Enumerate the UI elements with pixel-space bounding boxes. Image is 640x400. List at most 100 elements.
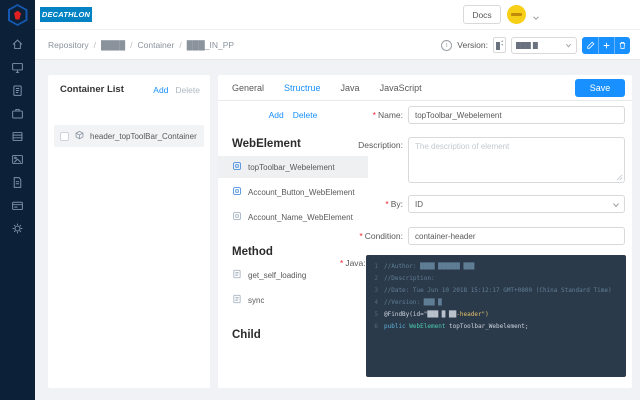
element-delete-button[interactable]: Delete	[293, 110, 318, 120]
breadcrumb-item[interactable]: Repository	[48, 40, 89, 50]
document-icon[interactable]	[11, 176, 24, 189]
method-icon	[232, 294, 242, 306]
by-row: * By: ID	[340, 195, 632, 213]
container-add-button[interactable]: Add	[153, 85, 168, 95]
required-marker: *	[359, 231, 363, 241]
tree-item-label: Account_Name_WebElement	[248, 212, 353, 222]
pencil-icon	[586, 41, 594, 49]
breadcrumb: Repository / ████ / Container / ███_IN_PP	[48, 30, 234, 60]
code-token: topToolbar_Webelement;	[449, 323, 529, 330]
breadcrumb-item[interactable]: Container	[137, 40, 174, 50]
tab-general[interactable]: General	[232, 83, 264, 93]
line-number: 3	[374, 287, 378, 294]
description-field[interactable]: The description of element	[408, 137, 625, 183]
breadcrumb-item[interactable]: ████	[101, 40, 125, 50]
required-marker: *	[385, 199, 389, 209]
info-icon[interactable]: i	[441, 39, 453, 51]
code-token: //Description:	[384, 275, 435, 282]
code-line: 5 @FindBy(id=" ███ █ ██ -header")	[366, 309, 626, 321]
version-controls: i Version: ▲ ▼ ███ █	[441, 30, 630, 60]
home-icon[interactable]	[11, 38, 24, 51]
add-version-button[interactable]	[598, 36, 614, 54]
brand-hexagon-logo[interactable]	[7, 4, 28, 26]
edit-version-button[interactable]	[582, 36, 598, 54]
tab-javascript[interactable]: JavaScript	[380, 83, 422, 93]
container-icon	[74, 130, 85, 143]
by-select[interactable]: ID	[408, 195, 625, 213]
clipboard-icon[interactable]	[11, 84, 24, 97]
name-field[interactable]: topToolbar_Webelement	[408, 106, 625, 124]
code-token: WebElement	[409, 323, 450, 330]
by-label: * By:	[385, 199, 403, 209]
tree-item-label: get_self_loading	[248, 270, 307, 280]
container-item-label: header_topToolBar_Container	[90, 131, 197, 141]
code-token: ███ █ ██	[427, 311, 457, 318]
version-action-group	[582, 36, 630, 54]
user-avatar[interactable]	[507, 5, 526, 24]
sidebar-nav	[0, 38, 35, 235]
container-delete-button[interactable]: Delete	[175, 85, 200, 95]
breadcrumb-separator: /	[130, 40, 133, 50]
required-marker: *	[340, 258, 344, 268]
monitor-icon[interactable]	[11, 61, 24, 74]
line-number: 1	[374, 263, 378, 270]
version-number-stepper[interactable]: ▲ ▼	[493, 37, 506, 53]
code-line: 1 //Author: ████ ██████ ███	[366, 261, 626, 273]
condition-field[interactable]: container-header	[408, 227, 625, 245]
description-label: Description:	[358, 140, 403, 150]
code-token: //Version: ███ █	[384, 299, 442, 306]
element-icon	[232, 186, 242, 198]
code-token: -header")	[456, 311, 489, 318]
version-label: Version:	[457, 40, 488, 50]
app-window: DECATHLON Docs Repository / ████ / Container…	[0, 0, 640, 400]
required-marker: *	[372, 110, 376, 120]
java-label: * Java:	[340, 258, 366, 268]
tab-structrue[interactable]: Structrue	[284, 83, 321, 93]
code-line: 3 //Date: Tue Jun 10 2018 15:12:17 GMT+08…	[366, 285, 626, 297]
gear-icon[interactable]	[11, 222, 24, 235]
checkbox[interactable]	[60, 131, 69, 141]
plus-icon	[603, 42, 610, 48]
editor-tabs: General Structrue Java JavaScript	[218, 75, 632, 101]
editor-panel: General Structrue Java JavaScript Save Add …	[218, 75, 632, 388]
element-add-button[interactable]: Add	[269, 110, 284, 120]
avatar-name-redacted	[511, 13, 522, 16]
breadcrumb-item[interactable]: ███_IN_PP	[187, 40, 234, 50]
method-icon	[232, 269, 242, 281]
briefcase-icon[interactable]	[11, 107, 24, 120]
container-list-panel: Container List Add Delete header_topTool…	[48, 75, 210, 388]
line-number: 4	[374, 299, 378, 306]
decathlon-logo: DECATHLON	[40, 7, 92, 22]
tab-java[interactable]: Java	[341, 83, 360, 93]
line-number: 6	[374, 323, 378, 330]
container-list-item[interactable]: header_topToolBar_Container	[54, 125, 204, 147]
delete-version-button[interactable]	[614, 36, 630, 54]
breadcrumb-separator: /	[93, 40, 97, 50]
version-select-value: ███ █	[516, 41, 538, 49]
line-number: 5	[374, 311, 378, 318]
container-list-title: Container List	[60, 84, 124, 95]
docs-button[interactable]: Docs	[463, 5, 501, 24]
server-icon[interactable]	[11, 130, 24, 143]
image-icon[interactable]	[11, 153, 24, 166]
left-sidebar	[0, 0, 35, 400]
save-button[interactable]: Save	[575, 79, 625, 97]
chevron-down-icon[interactable]	[531, 10, 541, 20]
tree-item-label: Account_Button_WebElement	[248, 187, 355, 197]
card-icon[interactable]	[11, 199, 24, 212]
breadcrumb-separator: /	[179, 40, 182, 50]
version-select[interactable]: ███ █	[511, 36, 577, 54]
line-number: 2	[374, 275, 378, 282]
element-icon	[232, 211, 242, 223]
description-row: Description: The description of element	[340, 137, 632, 183]
condition-row: * Condition: container-header	[340, 227, 632, 245]
tree-item-label: topToolbar_Webelement	[248, 162, 335, 172]
element-icon	[232, 161, 242, 173]
java-code-editor[interactable]: 1 //Author: ████ ██████ ███ 2 //Description…	[366, 255, 626, 377]
resize-grip-icon[interactable]	[616, 174, 623, 181]
stepper-arrows-icon[interactable]: ▲ ▼	[501, 39, 504, 48]
name-row: * Name: topToolbar_Webelement	[340, 106, 632, 124]
element-form: * Name: topToolbar_Webelement Description: T…	[340, 101, 632, 388]
code-line: 2 //Description:	[366, 273, 626, 285]
brand-red-mark	[14, 10, 21, 20]
